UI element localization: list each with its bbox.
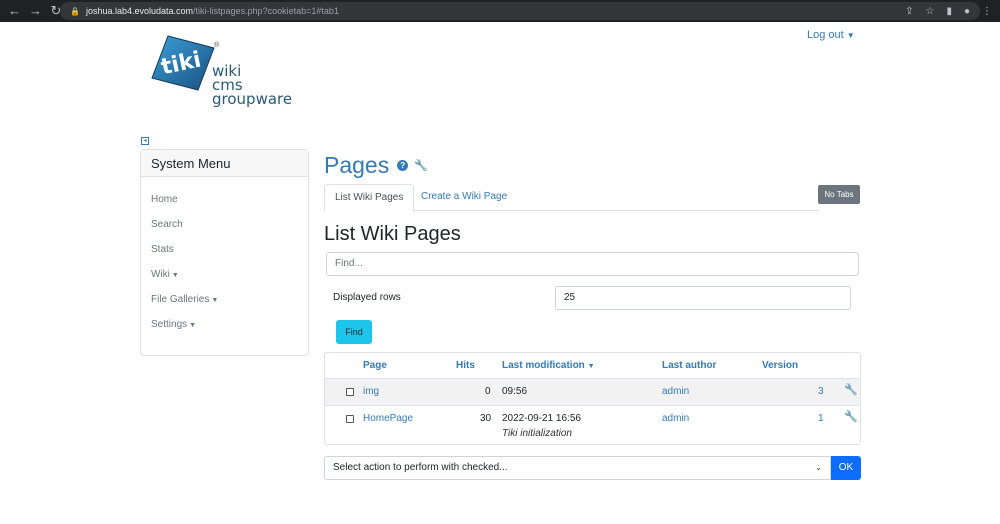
page-title: Pages ? 🔧 [324, 152, 428, 178]
caret-down-icon: ▼ [211, 297, 219, 304]
profile-icon[interactable]: ● [964, 6, 970, 17]
col-last-author[interactable]: Last author [662, 360, 716, 371]
row-checkbox[interactable] [346, 388, 354, 396]
row-checkbox[interactable] [346, 415, 354, 423]
sidebar-toggle-icon[interactable]: ▮ [946, 6, 952, 17]
star-icon[interactable]: ☆ [925, 6, 934, 17]
displayed-rows-input[interactable]: 25 [555, 286, 851, 310]
browser-toolbar: ← → ↻ 🔒 joshua.lab4.evoludata.com /tiki-… [0, 0, 1000, 22]
registered-mark: ® [214, 42, 220, 49]
modification-note: Tiki initialization [502, 428, 572, 439]
caret-down-icon: ▼ [846, 31, 855, 40]
ok-button[interactable]: OK [831, 456, 861, 480]
forward-icon[interactable]: → [29, 0, 42, 22]
version-link[interactable]: 3 [818, 386, 824, 397]
table-row: HomePage 30 2022-09-21 16:56 Tiki initia… [325, 406, 860, 444]
col-last-modification[interactable]: Last modification ▼ [502, 360, 595, 371]
bulk-action-select[interactable]: Select action to perform with checked...… [324, 456, 831, 480]
sidebar-item-stats[interactable]: Stats [141, 243, 308, 268]
lock-icon: 🔒 [70, 6, 80, 16]
tiki-logo[interactable]: tiki ® wiki cms groupware [148, 26, 308, 116]
col-hits[interactable]: Hits [456, 360, 475, 371]
author-link[interactable]: admin [662, 386, 689, 397]
section-title: List Wiki Pages [324, 223, 461, 245]
chevron-down-icon: ⌄ [815, 463, 822, 472]
tab-list-wiki-pages[interactable]: List Wiki Pages [324, 184, 415, 212]
author-link[interactable]: admin [662, 413, 689, 424]
hits-value: 30 [480, 413, 492, 424]
sidebar-item-file-galleries[interactable]: File Galleries ▼ [141, 293, 308, 318]
pages-table: Page Hits Last modification ▼ Last autho… [324, 352, 861, 445]
table-row: img 0 09:56 admin 3 🔧 [325, 379, 860, 406]
more-icon[interactable]: ⋮ [982, 6, 992, 17]
system-menu-title: System Menu [141, 150, 308, 177]
logout-menu[interactable]: Log out ▼ [807, 29, 855, 41]
find-button[interactable]: Find [336, 320, 372, 344]
sidebar-item-wiki[interactable]: Wiki ▼ [141, 268, 308, 293]
caret-down-icon: ▼ [171, 272, 179, 279]
address-bar[interactable]: 🔒 joshua.lab4.evoludata.com /tiki-listpa… [60, 2, 980, 20]
modified-value: 2022-09-21 16:56 [502, 413, 581, 424]
col-version[interactable]: Version [762, 360, 798, 371]
tiki-logo-mark: tiki [151, 35, 215, 91]
displayed-rows-label: Displayed rows [333, 292, 401, 303]
col-page[interactable]: Page [363, 360, 387, 371]
sort-desc-icon: ▼ [587, 363, 595, 370]
tab-create-wiki-page[interactable]: Create a Wiki Page [411, 184, 517, 211]
logout-label: Log out [807, 29, 844, 41]
collapse-sidebar-icon[interactable]: ◂ [141, 137, 149, 145]
page-link[interactable]: HomePage [363, 413, 413, 424]
share-icon[interactable]: ⇪ [905, 6, 913, 17]
wrench-icon[interactable]: 🔧 [844, 383, 858, 396]
modified-value: 09:56 [502, 386, 528, 397]
logo-wordmark: wiki cms groupware [212, 62, 293, 108]
page-link[interactable]: img [363, 386, 379, 397]
system-menu: System Menu Home Search Stats Wiki ▼ File… [140, 149, 309, 356]
hits-value: 0 [485, 386, 491, 397]
version-link[interactable]: 1 [818, 413, 824, 424]
wrench-icon[interactable]: 🔧 [844, 410, 858, 423]
sidebar-item-home[interactable]: Home [141, 193, 308, 218]
no-tabs-button[interactable]: No Tabs [818, 185, 860, 204]
table-header: Page Hits Last modification ▼ Last autho… [325, 353, 860, 379]
find-input[interactable]: Find... [326, 252, 859, 276]
wrench-icon[interactable]: 🔧 [414, 159, 428, 172]
sidebar-item-settings[interactable]: Settings ▼ [141, 318, 308, 343]
caret-down-icon: ▼ [189, 322, 197, 329]
url-path: /tiki-listpages.php?cookietab=1#tab1 [193, 6, 339, 16]
sidebar-item-search[interactable]: Search [141, 218, 308, 243]
url-host: joshua.lab4.evoludata.com [85, 6, 194, 16]
back-icon[interactable]: ← [8, 0, 21, 22]
help-icon[interactable]: ? [397, 160, 409, 171]
tab-bar: List Wiki Pages Create a Wiki Page [324, 184, 818, 212]
